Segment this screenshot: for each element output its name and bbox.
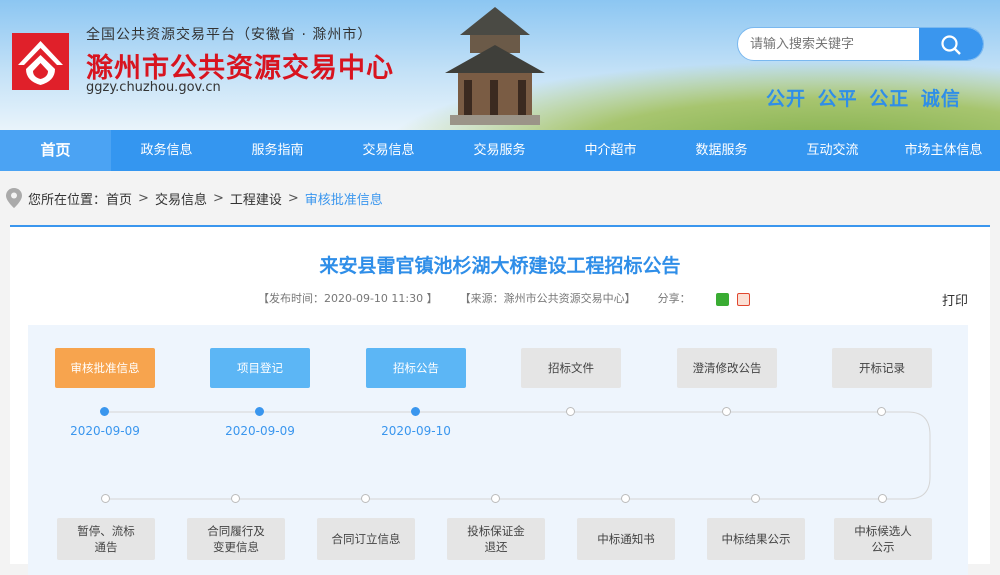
- breadcrumb-separator: >: [212, 190, 224, 206]
- location-pin-icon: [6, 188, 22, 208]
- breadcrumb-prefix: 您所在位置：: [28, 192, 107, 208]
- timeline-dot: [751, 494, 760, 503]
- step-date: 2020-09-09: [70, 424, 140, 438]
- nav-item[interactable]: 首页: [0, 130, 111, 171]
- article-title: 来安县雷官镇池杉湖大桥建设工程招标公告: [319, 255, 681, 277]
- breadcrumb-construction[interactable]: 工程建设: [230, 189, 282, 208]
- step-date: 2020-09-10: [381, 424, 451, 438]
- process-step-3[interactable]: 招标公告: [366, 348, 466, 388]
- timeline-dot: [361, 494, 370, 503]
- slogan: 公开 公平 公正 诚信: [766, 88, 961, 110]
- timeline-dot: [491, 494, 500, 503]
- nav-item[interactable]: 交易信息: [333, 130, 444, 171]
- nav-item[interactable]: 互动交流: [777, 130, 888, 171]
- process-step-bottom-7[interactable]: 中标候选人 公示: [834, 518, 932, 560]
- process-step-bottom-5[interactable]: 中标通知书: [577, 518, 675, 560]
- process-step-4[interactable]: 招标文件: [521, 348, 621, 388]
- publish-time: 【发布时间：2020-09-10 11:30 】: [258, 292, 438, 305]
- pavilion-image: [445, 7, 545, 125]
- nav-item[interactable]: 数据服务: [666, 130, 777, 171]
- process-step-bottom-4[interactable]: 投标保证金 退还: [447, 518, 545, 560]
- search-input[interactable]: [750, 28, 930, 60]
- search-icon: [941, 35, 961, 55]
- share-label: 分享：: [657, 292, 691, 305]
- nav-item[interactable]: 服务指南: [222, 130, 333, 171]
- search-bar: [737, 27, 984, 61]
- process-step-1[interactable]: 审核批准信息: [55, 348, 155, 388]
- weibo-share-icon[interactable]: [736, 292, 750, 306]
- timeline-dot: [255, 407, 264, 416]
- process-step-2[interactable]: 项目登记: [210, 348, 310, 388]
- timeline-dot: [101, 494, 110, 503]
- nav-item[interactable]: 市场主体信息: [888, 130, 999, 171]
- process-step-bottom-3[interactable]: 合同订立信息: [317, 518, 415, 560]
- nav-item[interactable]: 中介超市: [555, 130, 666, 171]
- process-step-bottom-2[interactable]: 合同履行及 变更信息: [187, 518, 285, 560]
- article-panel: 来安县雷官镇池杉湖大桥建设工程招标公告 【发布时间：2020-09-10 11:…: [10, 225, 990, 575]
- print-button[interactable]: 打印: [942, 290, 968, 309]
- main-nav: 首页 政务信息 服务指南 交易信息 交易服务 中介超市 数据服务 互动交流 市场主体信息: [0, 130, 1000, 171]
- process-step-6[interactable]: 开标记录: [832, 348, 932, 388]
- nav-item[interactable]: 交易服务: [444, 130, 555, 171]
- timeline-dot: [100, 407, 109, 416]
- article-source: 【来源：滁州市公共资源交易中心】: [459, 292, 636, 305]
- timeline-dot: [566, 407, 575, 416]
- breadcrumb: 您所在位置： 首页 > 交易信息 > 工程建设 > 审核批准信息: [0, 171, 1000, 225]
- process-flow: 审核批准信息 2020-09-09 项目登记 2020-09-09 招标公告 2020-0…: [28, 325, 968, 575]
- article-meta: 【发布时间：2020-09-10 11:30 】 【来源：滁州市公共资源交易中心…: [258, 290, 754, 306]
- timeline-dot: [877, 407, 886, 416]
- timeline-dot: [231, 494, 240, 503]
- breadcrumb-home[interactable]: 首页: [106, 189, 132, 208]
- process-step-5[interactable]: 澄清修改公告: [677, 348, 777, 388]
- timeline-dot: [722, 407, 731, 416]
- process-step-bottom-1[interactable]: 暂停、流标 通告: [57, 518, 155, 560]
- site-header: 全国公共资源交易平台（安徽省 · 滁州市） 滁州市公共资源交易中心 ggzy.c…: [0, 0, 1000, 130]
- process-step-bottom-6[interactable]: 中标结果公示: [707, 518, 805, 560]
- site-url: ggzy.chuzhou.gov.cn: [86, 80, 221, 95]
- platform-subtitle: 全国公共资源交易平台（安徽省 · 滁州市）: [86, 27, 373, 43]
- timeline-dot: [621, 494, 630, 503]
- breadcrumb-separator: >: [287, 190, 299, 206]
- site-logo[interactable]: [12, 33, 69, 90]
- step-date: 2020-09-09: [225, 424, 295, 438]
- timeline-dot: [878, 494, 887, 503]
- nav-item[interactable]: 政务信息: [111, 130, 222, 171]
- breadcrumb-trade-info[interactable]: 交易信息: [155, 189, 207, 208]
- breadcrumb-separator: >: [138, 190, 149, 206]
- breadcrumb-current[interactable]: 审核批准信息: [305, 189, 383, 208]
- timeline-dot: [411, 407, 420, 416]
- wechat-share-icon[interactable]: [716, 292, 730, 306]
- search-button[interactable]: [919, 28, 983, 60]
